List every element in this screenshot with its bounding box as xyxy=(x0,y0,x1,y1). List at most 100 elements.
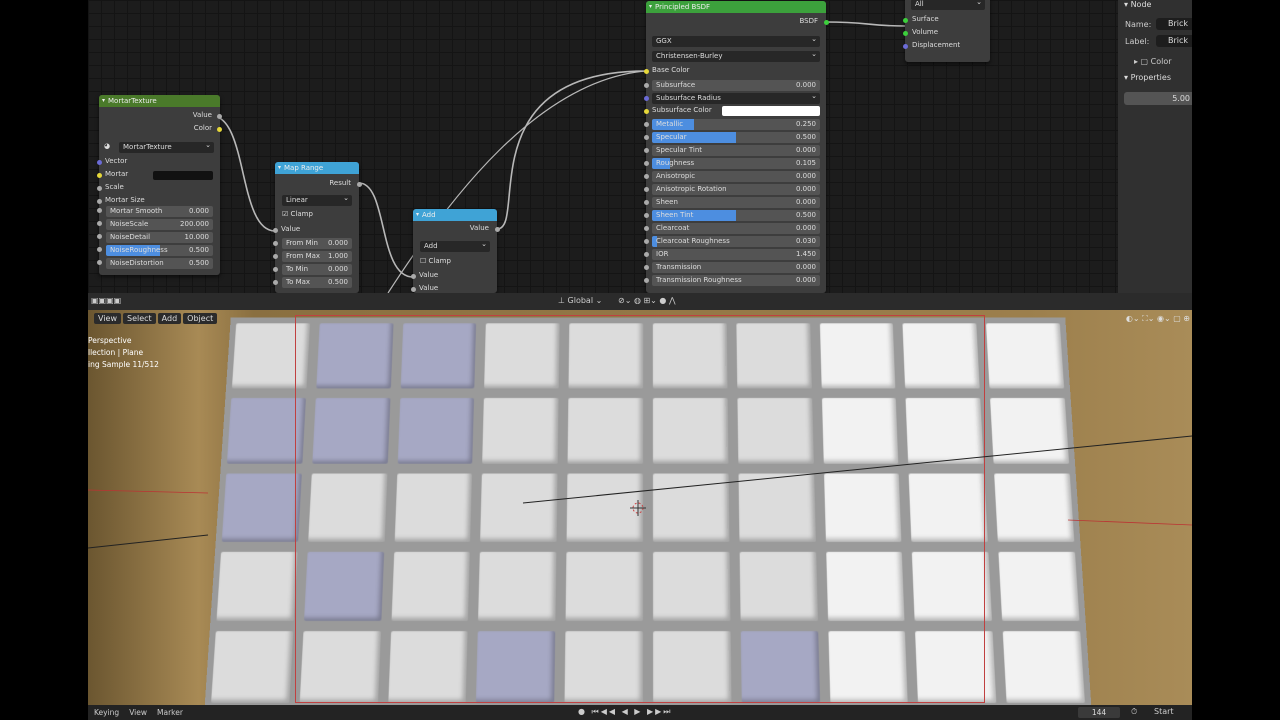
timeline-menu-view[interactable]: View xyxy=(129,708,147,717)
select-mode-icons[interactable]: ▣▣▣▣ xyxy=(91,296,121,305)
bsdf-field[interactable]: Sheen Tint 0.500 xyxy=(652,210,820,221)
socket[interactable] xyxy=(644,135,649,140)
viewport-menu-select[interactable]: Select xyxy=(122,313,156,324)
socket[interactable] xyxy=(644,122,649,127)
socket[interactable] xyxy=(644,187,649,192)
material-output-node[interactable]: All Surface Volume Displacement xyxy=(903,0,990,62)
socket[interactable] xyxy=(644,200,649,205)
socket[interactable] xyxy=(97,221,102,226)
socket[interactable] xyxy=(903,31,908,36)
bsdf-field[interactable]: Transmission 0.000 xyxy=(652,262,820,273)
snap-proportional-icons[interactable]: ⊘⌄ ◍ ⊞⌄ ● ⋀ xyxy=(618,296,676,305)
subsurface-method-dropdown[interactable]: Christensen-Burley xyxy=(652,49,820,62)
socket[interactable] xyxy=(903,18,908,23)
timeline-menu-marker[interactable]: Marker xyxy=(157,708,183,717)
socket[interactable] xyxy=(217,114,222,119)
principled-bsdf-node[interactable]: Principled BSDF BSDF GGX Christensen-Burle… xyxy=(644,1,829,293)
mortar-color-swatch[interactable] xyxy=(153,171,213,180)
socket[interactable] xyxy=(644,278,649,283)
3d-viewport[interactable]: View Select Add Object Perspective llection … xyxy=(88,310,1192,705)
property-field[interactable]: NoiseScale 200.000 xyxy=(106,219,213,230)
socket[interactable] xyxy=(273,228,278,233)
viewport-menu-object[interactable]: Object xyxy=(183,313,218,324)
target-dropdown[interactable]: All xyxy=(911,0,985,10)
socket[interactable] xyxy=(217,127,222,132)
mortar-texture-node[interactable]: MortarTexture Value Color MortarTexture ◕ Ve… xyxy=(97,95,222,275)
socket[interactable] xyxy=(824,20,829,25)
texture-datablock-field[interactable]: MortarTexture xyxy=(119,140,214,153)
timeline-menu-keying[interactable]: Keying xyxy=(94,708,119,717)
socket[interactable] xyxy=(644,252,649,257)
interpolation-dropdown[interactable]: Linear xyxy=(282,193,352,206)
property-field[interactable]: Mortar Smooth 0.000 xyxy=(106,206,213,217)
socket[interactable] xyxy=(273,267,278,272)
viewport-menu-add[interactable]: Add xyxy=(157,313,182,324)
socket[interactable] xyxy=(273,280,278,285)
bsdf-field[interactable]: Subsurface 0.000 xyxy=(652,80,820,91)
bsdf-field[interactable]: Specular Tint 0.000 xyxy=(652,145,820,156)
socket[interactable] xyxy=(273,241,278,246)
bsdf-field[interactable]: Specular 0.500 xyxy=(652,132,820,143)
node-header[interactable]: MortarTexture xyxy=(99,95,220,107)
add-node[interactable]: Add Value Add ☐ Clamp Value Value xyxy=(411,209,500,293)
node-editor[interactable]: MortarTexture Value Color MortarTexture ◕ Ve… xyxy=(88,0,1118,293)
bsdf-field[interactable]: Clearcoat 0.000 xyxy=(652,223,820,234)
socket[interactable] xyxy=(97,199,102,204)
color-subpanel[interactable]: ▸ ▢ Color xyxy=(1134,57,1172,66)
bsdf-field[interactable]: Anisotropic 0.000 xyxy=(652,171,820,182)
transform-orientation-dropdown[interactable]: ⊥ Global ⌄ xyxy=(558,296,602,305)
bsdf-field[interactable]: Sheen 0.000 xyxy=(652,197,820,208)
socket[interactable] xyxy=(97,234,102,239)
range-field[interactable]: To Min 0.000 xyxy=(282,264,352,275)
operation-dropdown[interactable]: Add xyxy=(420,239,490,252)
socket[interactable] xyxy=(97,260,102,265)
socket[interactable] xyxy=(97,247,102,252)
clamp-checkbox[interactable]: ☐ Clamp xyxy=(420,257,451,265)
property-field[interactable]: NoiseRoughness 0.500 xyxy=(106,245,213,256)
socket[interactable] xyxy=(644,69,649,74)
node-header[interactable]: Add xyxy=(413,209,497,221)
subsurface-color-swatch[interactable] xyxy=(722,106,820,116)
bsdf-field[interactable]: Clearcoat Roughness 0.030 xyxy=(652,236,820,247)
property-field[interactable]: NoiseDetail 10.000 xyxy=(106,232,213,243)
bsdf-field[interactable]: Transmission Roughness 0.000 xyxy=(652,275,820,286)
socket[interactable] xyxy=(644,161,649,166)
node-header[interactable]: Map Range xyxy=(275,162,359,174)
range-field[interactable]: From Min 0.000 xyxy=(282,238,352,249)
bsdf-field[interactable]: Anisotropic Rotation 0.000 xyxy=(652,184,820,195)
socket[interactable] xyxy=(97,186,102,191)
label-field[interactable]: Brick xyxy=(1156,35,1192,47)
bsdf-field[interactable]: IOR 1.450 xyxy=(652,249,820,260)
current-frame-field[interactable]: 144 xyxy=(1078,707,1120,718)
socket[interactable] xyxy=(97,173,102,178)
bsdf-field[interactable]: Roughness 0.105 xyxy=(652,158,820,169)
viewport-shading-icons[interactable]: ◐⌄ ⛶⌄ ◉⌄ ▢ ⊕ xyxy=(1126,314,1190,324)
node-header[interactable]: Principled BSDF xyxy=(646,1,826,13)
socket[interactable] xyxy=(97,160,102,165)
distribution-dropdown[interactable]: GGX xyxy=(652,34,820,47)
properties-panel-header[interactable]: ▾ Properties xyxy=(1124,73,1171,82)
clamp-checkbox[interactable]: ☑ Clamp xyxy=(282,210,313,218)
socket[interactable] xyxy=(644,83,649,88)
range-field[interactable]: From Max 1.000 xyxy=(282,251,352,262)
stopwatch-icon[interactable]: ⏱ xyxy=(1131,707,1137,717)
socket[interactable] xyxy=(903,44,908,49)
socket[interactable] xyxy=(644,226,649,231)
socket[interactable] xyxy=(357,182,362,187)
socket[interactable] xyxy=(644,239,649,244)
subsurface-radius-dropdown[interactable]: Subsurface Radius xyxy=(652,91,820,104)
socket[interactable] xyxy=(644,213,649,218)
socket[interactable] xyxy=(644,109,649,114)
socket[interactable] xyxy=(644,265,649,270)
bsdf-field[interactable]: Metallic 0.250 xyxy=(652,119,820,130)
socket[interactable] xyxy=(495,227,500,232)
socket[interactable] xyxy=(644,96,649,101)
viewport-menu-view[interactable]: View xyxy=(94,313,121,324)
socket[interactable] xyxy=(411,287,416,292)
socket[interactable] xyxy=(273,254,278,259)
range-field[interactable]: To Max 0.500 xyxy=(282,277,352,288)
property-value-field[interactable]: 5.00 xyxy=(1124,92,1192,105)
node-panel-header[interactable]: ▾ Node xyxy=(1124,0,1151,9)
socket[interactable] xyxy=(97,208,102,213)
map-range-node[interactable]: Map Range Result Linear ☑ Clamp Value From M… xyxy=(273,162,362,293)
